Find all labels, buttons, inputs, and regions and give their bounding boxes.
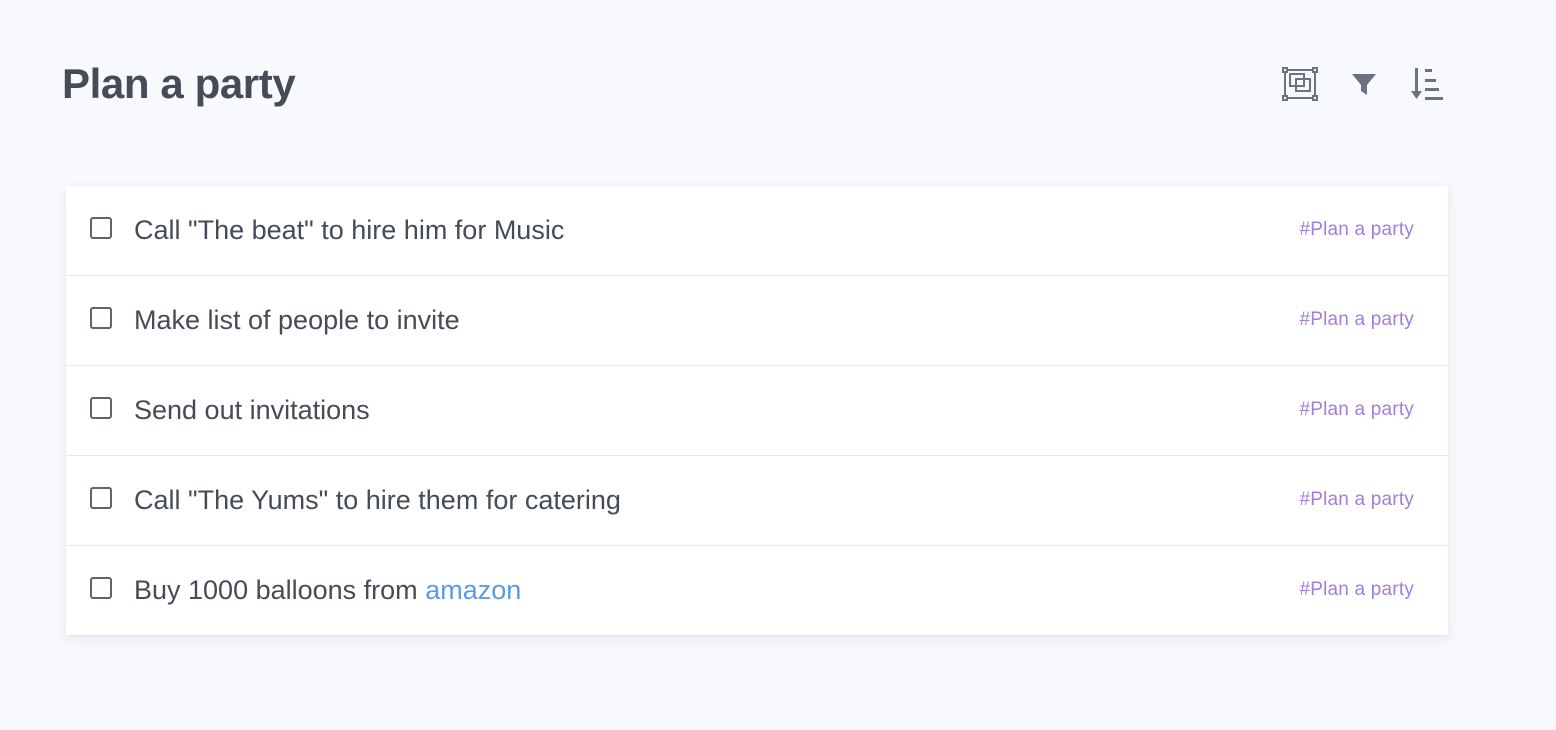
- toolbar: [1256, 64, 1448, 104]
- page-title: Plan a party: [62, 60, 296, 107]
- task-text: Make list of people to invite: [134, 305, 460, 335]
- task-row: Buy 1000 balloons from amazon #Plan a pa…: [66, 546, 1448, 635]
- task-row: Call "The beat" to hire him for Music #P…: [66, 186, 1448, 276]
- task-text: Call "The beat" to hire him for Music: [134, 215, 565, 245]
- task-list: Call "The beat" to hire him for Music #P…: [66, 186, 1448, 635]
- task-checkbox[interactable]: [90, 307, 112, 329]
- task-row: Send out invitations #Plan a party: [66, 366, 1448, 456]
- view-layout-button[interactable]: [1280, 64, 1320, 104]
- filter-button[interactable]: [1344, 64, 1384, 104]
- task-text-prefix: Buy 1000 balloons from: [134, 575, 426, 605]
- task-text: Call "The Yums" to hire them for caterin…: [134, 485, 621, 515]
- task-tag[interactable]: #Plan a party: [1299, 276, 1414, 365]
- task-text: Buy 1000 balloons from amazon: [134, 546, 521, 635]
- page-header: Plan a party: [62, 56, 1448, 112]
- task-tag[interactable]: #Plan a party: [1299, 456, 1414, 545]
- task-checkbox[interactable]: [90, 577, 112, 599]
- sort-button[interactable]: [1408, 64, 1448, 104]
- task-tag[interactable]: #Plan a party: [1299, 186, 1414, 275]
- task-checkbox[interactable]: [90, 397, 112, 419]
- task-row: Make list of people to invite #Plan a pa…: [66, 276, 1448, 366]
- view-layout-icon: [1281, 66, 1319, 102]
- task-tag[interactable]: #Plan a party: [1299, 546, 1414, 635]
- filter-icon: [1350, 70, 1378, 98]
- amazon-link[interactable]: amazon: [425, 575, 521, 605]
- task-row: Call "The Yums" to hire them for caterin…: [66, 456, 1448, 546]
- task-checkbox[interactable]: [90, 487, 112, 509]
- task-tag[interactable]: #Plan a party: [1299, 366, 1414, 455]
- task-checkbox[interactable]: [90, 217, 112, 239]
- sort-icon: [1411, 66, 1445, 102]
- task-text: Send out invitations: [134, 395, 370, 425]
